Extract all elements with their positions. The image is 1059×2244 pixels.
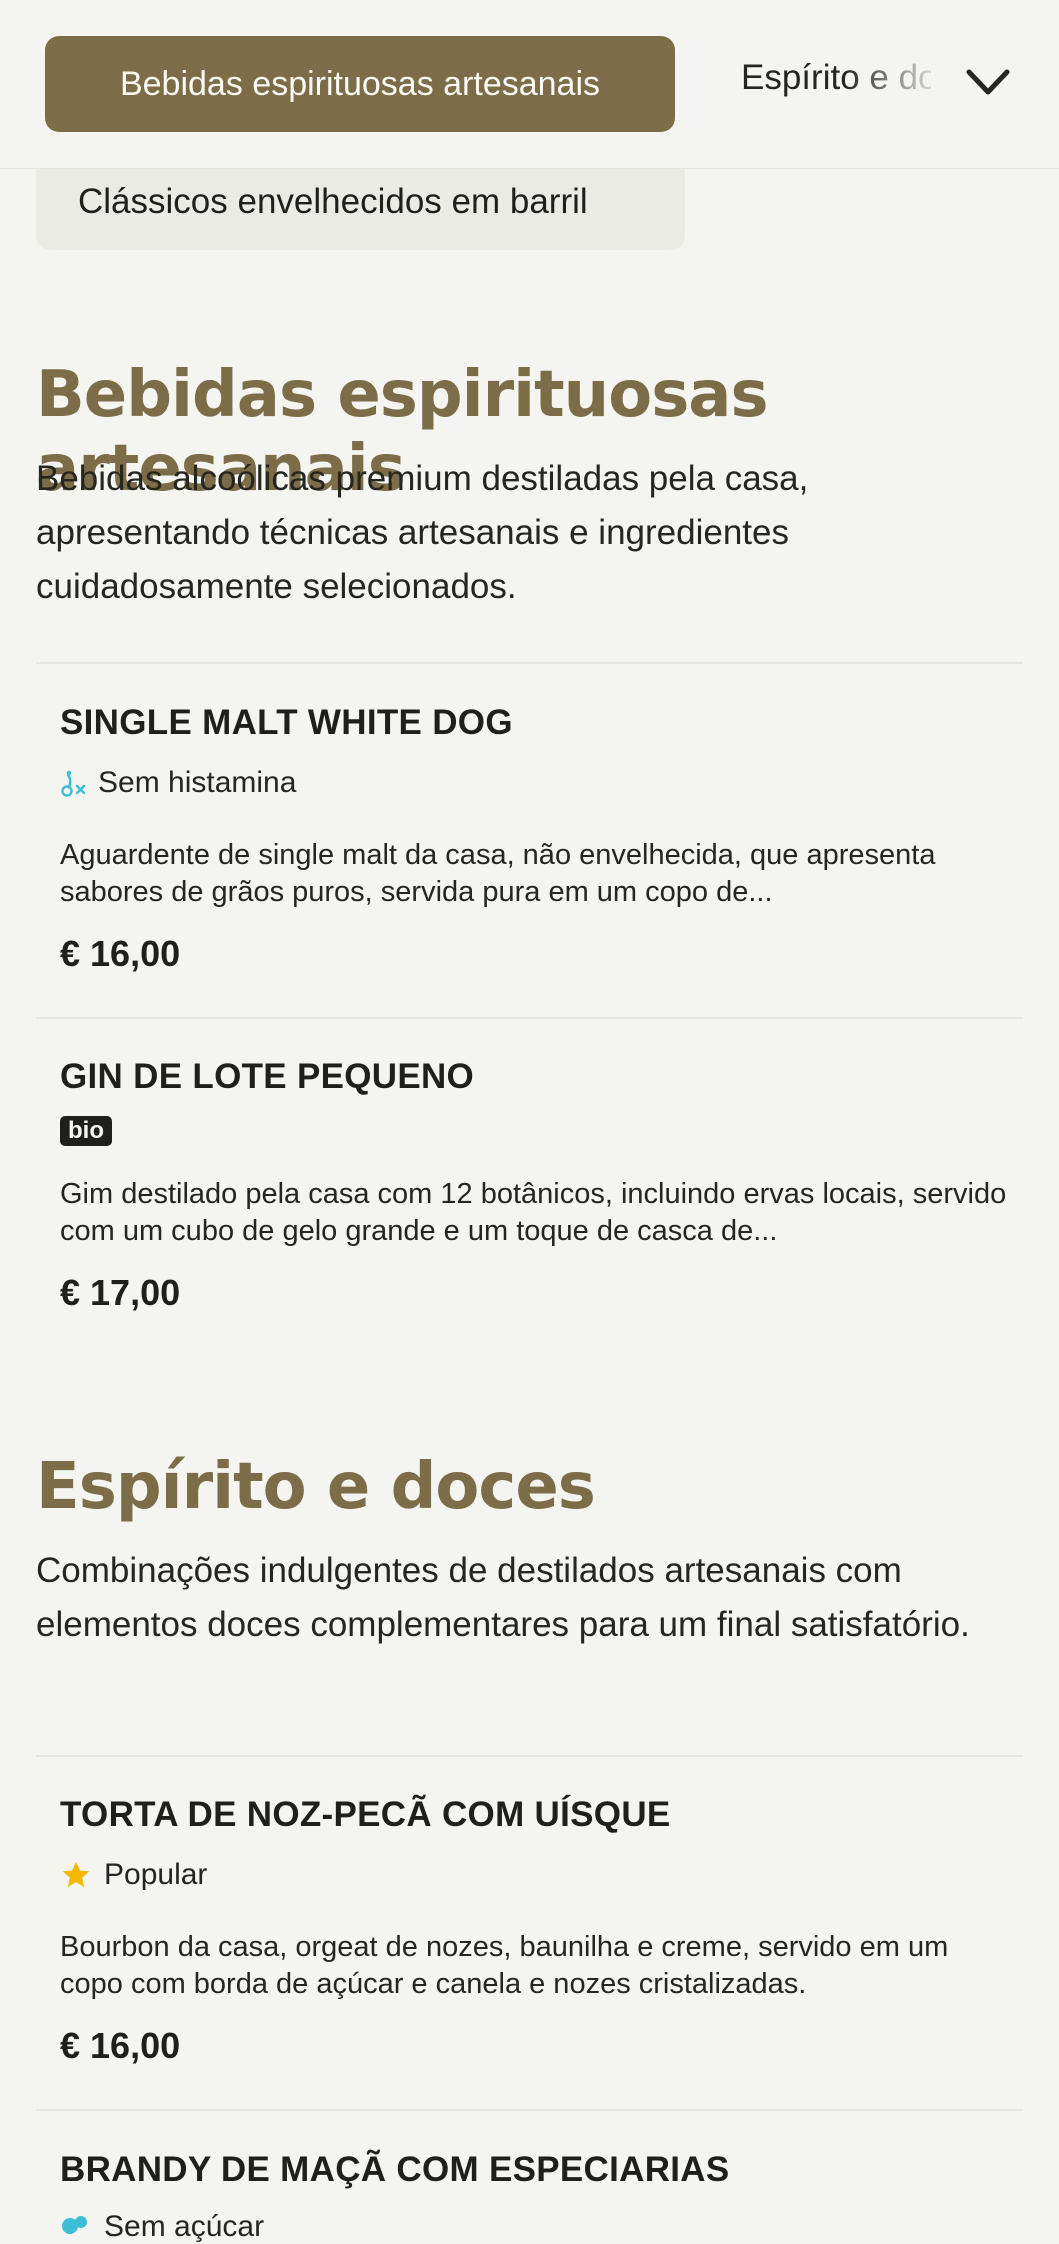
divider	[36, 1017, 1023, 1019]
item-tag: Sem histamina	[60, 766, 296, 800]
item-name: GIN DE LOTE PEQUENO	[60, 1057, 475, 1096]
sugar-free-icon	[62, 2216, 87, 2234]
histamine-free-icon	[61, 770, 86, 797]
divider	[36, 662, 1023, 664]
category-nav: Bebidas espirituosas artesanais Espírito…	[0, 0, 1059, 169]
item-name: BRANDY DE MAÇÃ COM ESPECIARIAS	[60, 2150, 730, 2189]
star-icon	[62, 1861, 90, 1887]
tab-espirito-e-doces[interactable]: Espírito e doces	[741, 58, 931, 98]
chevron-down-icon[interactable]	[965, 62, 1011, 102]
item-tag: Popular	[60, 1858, 207, 1892]
item-tag: bio	[60, 1116, 112, 1146]
section-description: Bebidas alcoólicas premium destiladas pe…	[36, 459, 809, 606]
item-tag-label: Sem histamina	[98, 766, 297, 799]
divider	[36, 1755, 1023, 1757]
divider	[36, 2109, 1023, 2111]
item-price: € 16,00	[60, 2025, 181, 2066]
tab-bebidas-espirituosas[interactable]: Bebidas espirituosas artesanais	[45, 36, 675, 132]
item-price: € 17,00	[60, 1272, 181, 1313]
section-description: Combinações indulgentes de destilados ar…	[36, 1551, 970, 1644]
item-tag: Sem açúcar	[60, 2210, 264, 2244]
bio-badge: bio	[60, 1116, 112, 1146]
item-description: Gim destilado pela casa com 12 botânicos…	[60, 1178, 1007, 1247]
item-tag-label: Popular	[104, 1858, 208, 1891]
item-description: Bourbon da casa, orgeat de nozes, baunil…	[60, 1931, 949, 2000]
section-title: Espírito e doces	[36, 1450, 596, 1524]
item-name: TORTA DE NOZ-PECÃ COM UÍSQUE	[60, 1795, 671, 1834]
item-price: € 16,00	[60, 933, 181, 974]
item-description: Aguardente de single malt da casa, não e…	[60, 839, 936, 908]
item-tag-label: Sem açúcar	[104, 2210, 265, 2243]
item-name: SINGLE MALT WHITE DOG	[60, 703, 513, 742]
